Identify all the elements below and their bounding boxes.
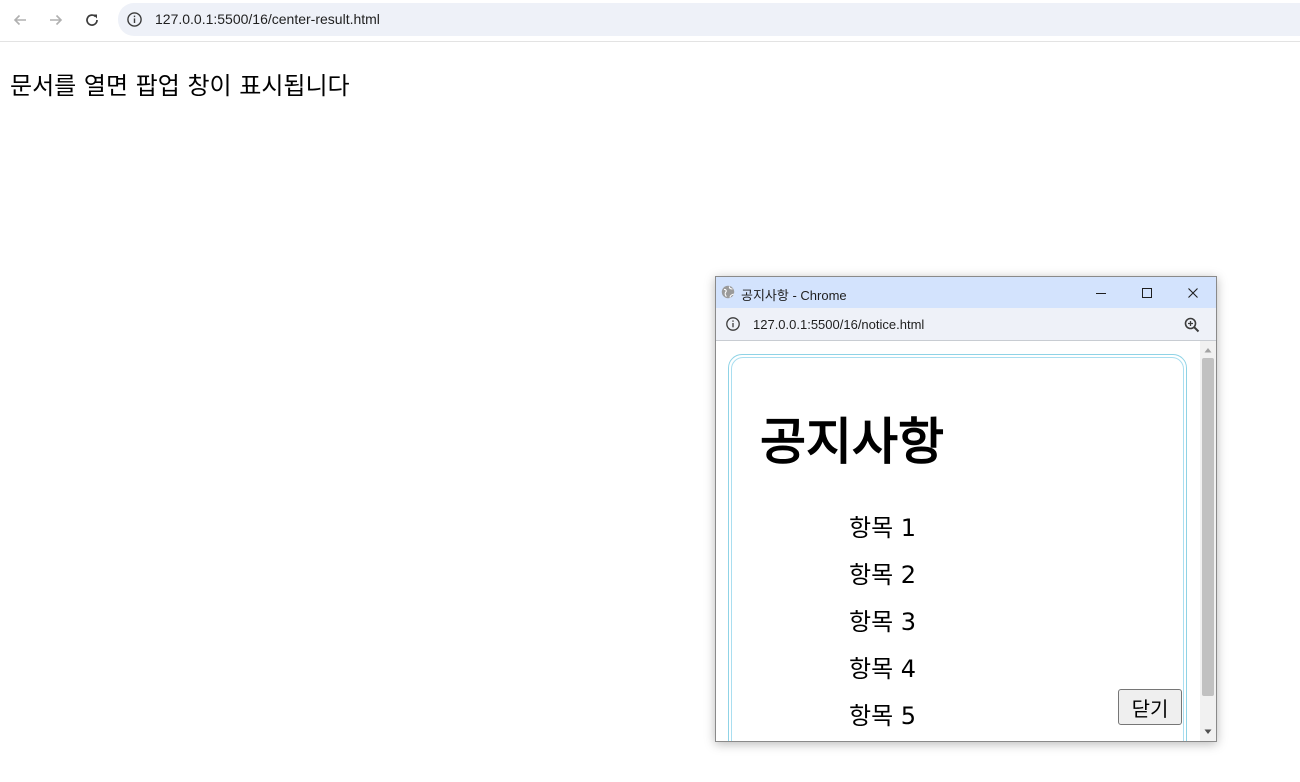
scrollbar-thumb[interactable]	[1202, 358, 1214, 696]
popup-titlebar[interactable]: 공지사항 - Chrome	[716, 277, 1216, 308]
maximize-icon	[1142, 287, 1152, 298]
list-item: 항목 1	[849, 514, 917, 542]
forward-button[interactable]	[43, 7, 69, 33]
vertical-scrollbar[interactable]	[1200, 341, 1216, 741]
window-close-button[interactable]	[1170, 277, 1216, 308]
close-icon	[1188, 287, 1198, 298]
arrow-left-icon	[13, 14, 26, 26]
list-item: 항목 2	[849, 561, 917, 589]
scroll-down-arrow-icon	[1204, 729, 1212, 734]
info-icon[interactable]	[126, 11, 143, 28]
list-item: 항목 3	[849, 608, 917, 636]
info-icon[interactable]	[725, 316, 741, 332]
notice-list: 항목 1 항목 2 항목 3 항목 4 항목 5	[849, 513, 916, 741]
browser-toolbar: 127.0.0.1:5500/16/center-result.html	[0, 0, 1300, 42]
arrow-right-icon	[50, 14, 63, 26]
popup-address-bar[interactable]: 127.0.0.1:5500/16/notice.html	[716, 308, 1216, 341]
zoom-in-icon[interactable]	[1183, 316, 1201, 334]
minimize-button[interactable]	[1078, 277, 1124, 308]
globe-icon	[721, 285, 735, 299]
maximize-button[interactable]	[1124, 277, 1170, 308]
list-item: 항목 4	[849, 655, 917, 683]
popup-viewport: 공지사항 항목 1 항목 2 항목 3 항목 4 항목 5 닫기	[716, 341, 1216, 741]
address-bar[interactable]: 127.0.0.1:5500/16/center-result.html	[118, 3, 1300, 36]
notice-box: 공지사항 항목 1 항목 2 항목 3 항목 4 항목 5 닫기	[728, 354, 1187, 741]
popup-url: 127.0.0.1:5500/16/notice.html	[753, 317, 925, 332]
scroll-down-button[interactable]	[1200, 725, 1216, 739]
popup-window: 공지사항 - Chrome 127.0.0.1:5500/16/notice.h…	[715, 276, 1217, 742]
scroll-up-button[interactable]	[1200, 343, 1216, 357]
list-item: 항목 5	[849, 702, 917, 730]
reload-button[interactable]	[79, 7, 105, 33]
reload-icon	[86, 14, 98, 26]
back-button[interactable]	[7, 7, 33, 33]
page-message: 문서를 열면 팝업 창이 표시됩니다	[10, 72, 350, 100]
popup-window-title: 공지사항 - Chrome	[741, 288, 847, 303]
scroll-up-arrow-icon	[1204, 348, 1212, 353]
minimize-icon	[1096, 292, 1106, 294]
close-button[interactable]: 닫기	[1118, 689, 1182, 725]
address-url: 127.0.0.1:5500/16/center-result.html	[155, 11, 380, 27]
notice-heading: 공지사항	[760, 413, 944, 471]
